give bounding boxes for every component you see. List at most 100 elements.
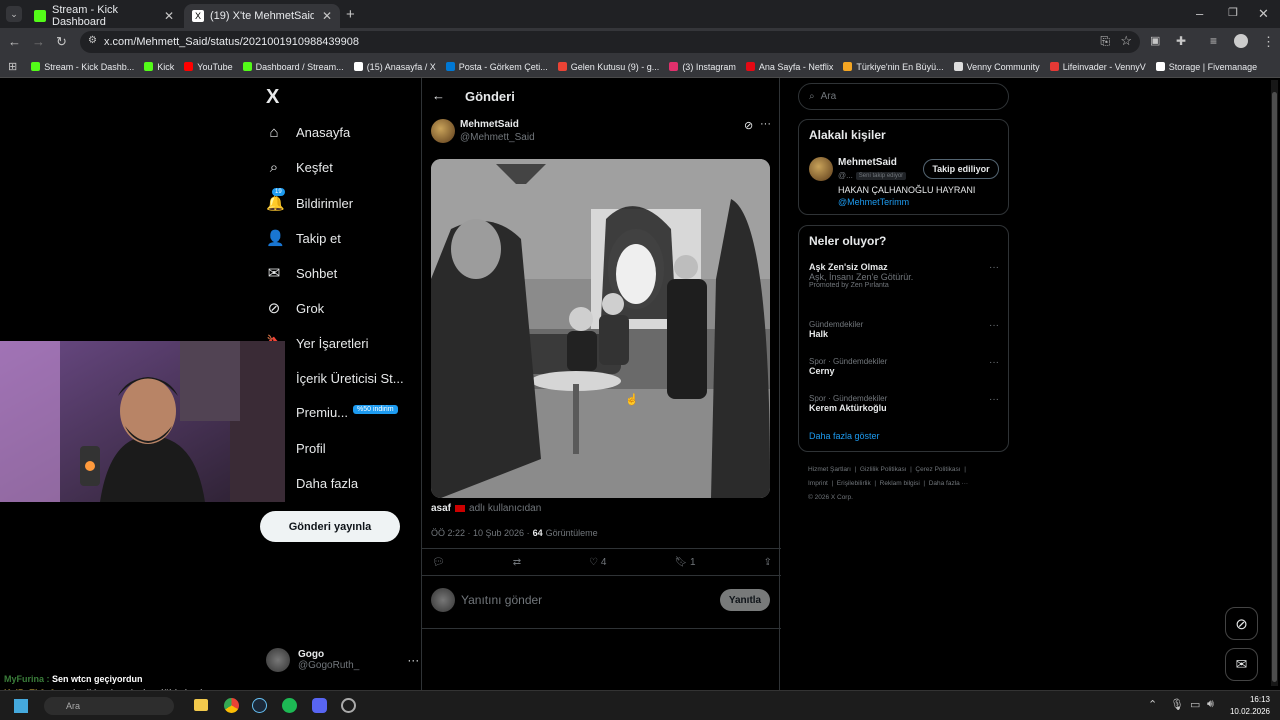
bookmark-item[interactable]: Ana Sayfa - Netflix: [745, 62, 833, 72]
obs-icon[interactable]: [341, 698, 356, 713]
footer-link[interactable]: Imprint: [808, 480, 828, 487]
repost-icon[interactable]: ⇄: [513, 557, 521, 568]
related-name[interactable]: MehmetSaid: [838, 157, 897, 168]
trend-item[interactable]: Aşk Zen'siz Olmaz Aşk, İnsanı Zen'e Götür…: [809, 262, 999, 289]
trend-item[interactable]: Gündemdekiler Halk ···: [809, 320, 999, 339]
nav-item-grok[interactable]: ⊘ Grok: [266, 299, 324, 317]
tab-kick-dashboard[interactable]: Stream - Kick Dashboard ✕: [26, 4, 182, 28]
close-tab-icon[interactable]: ✕: [322, 9, 332, 23]
mic-icon[interactable]: 🎙︎: [1170, 698, 1184, 711]
page-scrollbar[interactable]: [1271, 80, 1278, 686]
chrome-icon[interactable]: [224, 698, 239, 713]
account-switcher[interactable]: Gogo @GogoRuth_ ···: [266, 648, 419, 672]
start-icon[interactable]: [14, 699, 28, 713]
footer-link[interactable]: Reklam bilgisi: [880, 480, 920, 487]
show-more-link[interactable]: Daha fazla göster: [809, 431, 880, 441]
bookmark-item[interactable]: Gelen Kutusu (9) - g...: [557, 62, 659, 72]
nav-item-mail[interactable]: ✉ Sohbet: [266, 264, 338, 282]
post-more-icon[interactable]: ···: [760, 118, 771, 130]
new-tab-icon[interactable]: +: [346, 6, 355, 23]
x-logo-icon[interactable]: X: [266, 86, 279, 109]
spotify-icon[interactable]: [282, 698, 297, 713]
chat-username[interactable]: MyFurina: [4, 674, 44, 684]
tab-x-post[interactable]: X (19) X'te MehmetSaid: "http ✕: [184, 4, 340, 28]
bookmark-item[interactable]: (3) Instagram: [669, 62, 736, 72]
network-icon[interactable]: ▭: [1190, 698, 1200, 711]
trend-more-icon[interactable]: ···: [989, 320, 999, 331]
forward-icon[interactable]: →: [32, 34, 45, 49]
reply-input[interactable]: Yanıtını gönder: [461, 593, 542, 607]
volume-icon[interactable]: 🔊︎: [1207, 698, 1214, 711]
close-window-icon[interactable]: ✕: [1258, 6, 1269, 22]
bookmark-item[interactable]: Venny Community: [953, 62, 1040, 72]
scrollbar-thumb[interactable]: [1272, 92, 1277, 682]
clock[interactable]: 16:13 10.02.2026: [1226, 694, 1270, 718]
profile-avatar-icon[interactable]: [1234, 34, 1248, 48]
bookmark-item[interactable]: Posta - Görkem Çeti...: [445, 62, 548, 72]
tab-search-icon[interactable]: ⌄: [6, 6, 22, 22]
nav-item-bell[interactable]: 🔔 Bildirimler 19: [266, 188, 353, 212]
following-button[interactable]: Takip ediliyor: [923, 159, 999, 179]
footer-link[interactable]: Erişilebilirlik: [837, 480, 871, 487]
reload-icon[interactable]: ↻: [56, 34, 67, 50]
steam-icon[interactable]: [252, 698, 267, 713]
footer-link[interactable]: Daha fazla ···: [929, 480, 968, 487]
install-icon[interactable]: ⎘: [1100, 34, 1110, 49]
author-avatar[interactable]: [431, 119, 455, 143]
post-video[interactable]: ☝: [431, 159, 770, 498]
maximize-icon[interactable]: ❐: [1228, 6, 1238, 19]
post-timestamp[interactable]: ÖÖ 2:22 · 10 Şub 2026 ·: [431, 528, 530, 538]
account-more-icon[interactable]: ···: [407, 653, 419, 667]
messages-float-button[interactable]: ✉: [1225, 648, 1258, 681]
address-bar[interactable]: ⚙ x.com/Mehmett_Said/status/202100191098…: [80, 31, 1140, 53]
tray-chevron-icon[interactable]: ⌃: [1148, 698, 1157, 711]
bookmark-item[interactable]: Kick: [144, 62, 174, 72]
footer-link[interactable]: Çerez Politikası: [915, 466, 960, 473]
url-text[interactable]: x.com/Mehmett_Said/status/20210019109884…: [104, 36, 359, 48]
bookmark-item[interactable]: (15) Anasayfa / X: [353, 62, 436, 72]
file-explorer-icon[interactable]: [194, 699, 208, 711]
grok-float-button[interactable]: ⊘: [1225, 607, 1258, 640]
media-icon[interactable]: ≡: [1210, 34, 1217, 48]
site-info-icon[interactable]: ⚙: [88, 35, 97, 46]
back-icon[interactable]: ←: [8, 34, 21, 49]
footer-link[interactable]: Hizmet Şartları: [808, 466, 851, 473]
bookmark-button[interactable]: 🔖︎ 1: [675, 557, 696, 568]
minimize-icon[interactable]: –: [1196, 6, 1203, 21]
grok-icon[interactable]: ⊘: [744, 119, 753, 132]
like-button[interactable]: ♡ 4: [589, 557, 606, 568]
puzzle-icon[interactable]: ✚: [1176, 34, 1186, 48]
reply-button[interactable]: Yanıtla: [720, 589, 770, 611]
attribution-user[interactable]: asaf: [431, 503, 451, 514]
author-name[interactable]: MehmetSaid: [460, 119, 519, 130]
nav-item-follow[interactable]: 👤 Takip et: [266, 229, 341, 247]
bookmark-item[interactable]: Türkiye'nin En Büyü...: [843, 62, 944, 72]
share-icon[interactable]: ⇪: [764, 557, 772, 568]
related-bio-link[interactable]: @MehmetTerimm: [838, 197, 909, 207]
nav-item-home[interactable]: ⌂ Anasayfa: [266, 124, 350, 141]
bookmark-item[interactable]: Dashboard / Stream...: [242, 62, 344, 72]
bookmark-item[interactable]: Lifeinvader - VennyV: [1049, 62, 1146, 72]
extension-icon[interactable]: ▣: [1150, 34, 1160, 47]
footer-link[interactable]: Gizlilik Politikası: [860, 466, 907, 473]
trend-item[interactable]: Spor · Gündemdekiler Cerny ···: [809, 357, 999, 376]
trend-more-icon[interactable]: ···: [989, 262, 999, 273]
post-button[interactable]: Gönderi yayınla: [260, 511, 400, 542]
search-input[interactable]: ⌕ Ara: [798, 83, 1009, 110]
taskbar-search[interactable]: Ara: [44, 697, 174, 715]
star-icon[interactable]: ☆: [1120, 33, 1132, 49]
trend-item[interactable]: Spor · Gündemdekiler Kerem Aktürkoğlu ···: [809, 394, 999, 413]
reply-icon[interactable]: 💬︎: [432, 557, 445, 568]
back-arrow-icon[interactable]: ←: [432, 88, 445, 103]
nav-item-search[interactable]: ⌕ Keşfet: [266, 159, 333, 176]
bookmark-item[interactable]: Stream - Kick Dashb...: [31, 62, 134, 72]
bookmark-item[interactable]: Storage | Fivemanage: [1155, 62, 1257, 72]
nav-item-creator[interactable]: ▣İçerik Üreticisi St...: [266, 369, 404, 387]
apps-icon[interactable]: ⊞: [8, 60, 17, 73]
trend-more-icon[interactable]: ···: [989, 357, 999, 368]
discord-icon[interactable]: [312, 698, 327, 713]
trend-more-icon[interactable]: ···: [989, 394, 999, 405]
author-handle[interactable]: @Mehmett_Said: [460, 132, 535, 143]
related-avatar[interactable]: [809, 157, 833, 181]
bookmark-item[interactable]: YouTube: [184, 62, 233, 72]
